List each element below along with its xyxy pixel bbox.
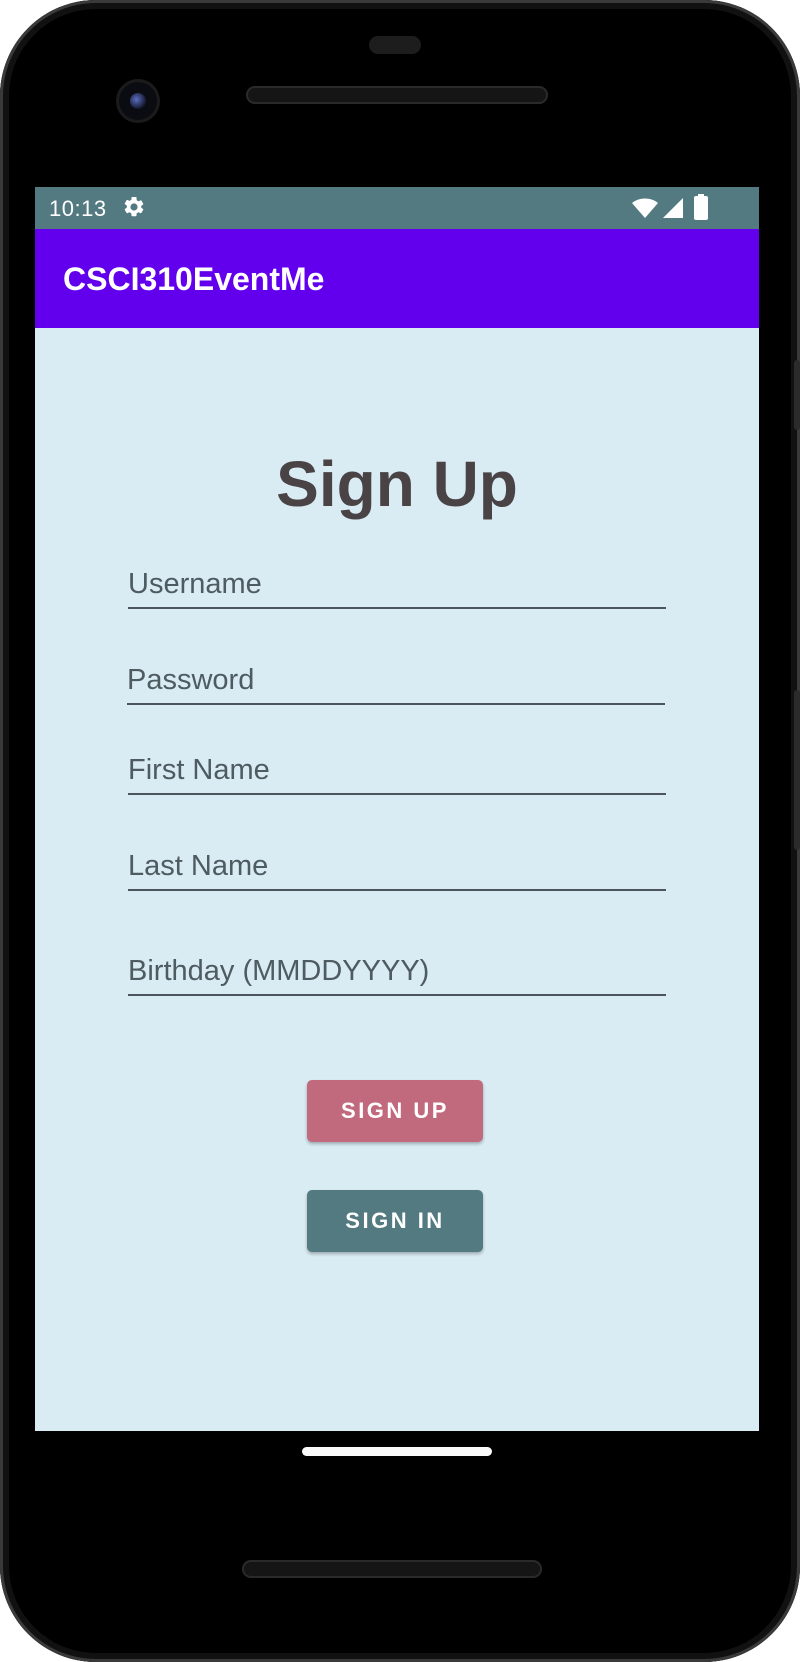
home-gesture-bar[interactable] (302, 1447, 492, 1456)
birthday-field (128, 942, 666, 996)
birthday-input[interactable] (128, 955, 666, 988)
screen: 10:13 CSCI310EventMe Sign Up Username Fi… (35, 187, 759, 1431)
wifi-icon (632, 198, 658, 218)
battery-icon (694, 194, 708, 220)
gear-icon (124, 196, 144, 217)
username-input[interactable] (128, 568, 666, 601)
status-time: 10:13 (49, 196, 107, 221)
username-field (128, 555, 666, 609)
first-name-input[interactable] (128, 754, 666, 787)
cell-signal-icon (663, 198, 683, 218)
password-field (127, 651, 665, 705)
sign-in-button[interactable]: SIGN IN (307, 1190, 483, 1252)
first-name-field (128, 741, 666, 795)
top-speaker-grille (246, 86, 548, 104)
page-title: Sign Up (276, 448, 518, 520)
password-input[interactable] (127, 664, 665, 697)
earpiece (369, 36, 421, 54)
power-button (794, 360, 800, 430)
last-name-input[interactable] (128, 850, 666, 883)
phone-frame: 10:13 CSCI310EventMe Sign Up Username Fi… (0, 0, 800, 1662)
status-bar: 10:13 (35, 187, 759, 229)
app-title: CSCI310EventMe (63, 261, 325, 297)
bottom-speaker-grille (242, 1560, 542, 1578)
front-camera (119, 82, 157, 120)
volume-button (794, 690, 800, 850)
last-name-field (128, 837, 666, 891)
sign-up-button[interactable]: SIGN UP (307, 1080, 483, 1142)
app-bar: CSCI310EventMe (35, 229, 759, 328)
